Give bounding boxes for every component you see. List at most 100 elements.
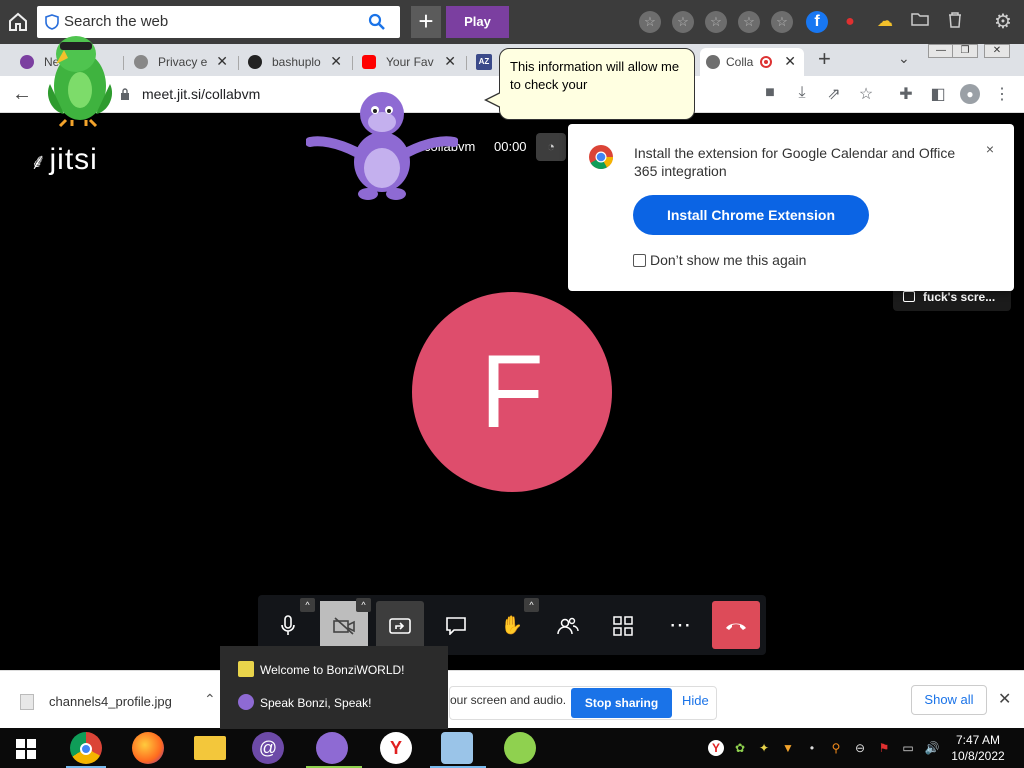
file-explorer-taskbar-icon[interactable] (194, 736, 226, 760)
lock-icon[interactable] (120, 87, 130, 100)
share-screen-button[interactable] (376, 601, 424, 649)
trash-icon[interactable] (944, 11, 966, 33)
menu-kebab-icon[interactable]: ⋮ (992, 84, 1012, 104)
thumbnail-name: fuck's scre... (923, 290, 996, 304)
warning-tray-icon[interactable]: ▼ (780, 740, 796, 756)
extensions-puzzle-icon[interactable]: ✚ (896, 84, 916, 104)
close-window-button[interactable]: ✕ (984, 44, 1010, 58)
share-icon[interactable]: ⇗ (824, 84, 844, 104)
banana-icon (238, 661, 254, 677)
tab-4[interactable]: AZ (472, 48, 498, 76)
tile-view-icon (613, 616, 633, 636)
firefox-taskbar-icon[interactable] (132, 732, 164, 764)
tab-close-icon[interactable]: ✕ (216, 53, 228, 70)
at-icon (20, 55, 34, 69)
extension-popup: Install the extension for Google Calenda… (568, 124, 1014, 291)
tab-5-active[interactable]: Colla ✕ (700, 48, 804, 76)
install-extension-button[interactable]: Install Chrome Extension (633, 195, 869, 235)
install-app-icon[interactable]: ⤓ (792, 84, 812, 102)
privacy-icon (134, 55, 148, 69)
favorite-star-icon[interactable]: ☆ (705, 11, 727, 33)
mic-options-caret-icon[interactable]: ^ (300, 598, 315, 612)
download-options-chevron-icon[interactable]: ⌃ (204, 691, 216, 708)
participant-avatar: F (412, 292, 612, 492)
windows-start-button[interactable] (16, 739, 36, 764)
tab-close-icon[interactable]: ✕ (784, 53, 796, 70)
new-item-button[interactable]: + (411, 6, 441, 38)
maximize-button[interactable]: ❐ (952, 44, 978, 58)
network-tray-icon[interactable]: ▭ (900, 740, 916, 756)
banana-tray-icon[interactable]: ✦ (756, 740, 772, 756)
stop-sharing-button[interactable]: Stop sharing (571, 688, 672, 718)
tab-3[interactable]: Your Fav ✕ (356, 48, 464, 76)
chat-button[interactable] (432, 601, 480, 649)
home-button[interactable] (6, 10, 30, 34)
volume-icon[interactable]: 🔊 (924, 740, 940, 756)
connection-speed-icon[interactable]: ◔ (536, 133, 566, 161)
favorite-star-icon[interactable]: ☆ (672, 11, 694, 33)
reactions-caret-icon[interactable]: ^ (524, 598, 539, 612)
bonzi-welcome-item[interactable]: Welcome to BonziWORLD! (238, 660, 405, 680)
tab-close-icon[interactable]: ✕ (330, 53, 342, 70)
parrot-buddy[interactable] (42, 24, 118, 133)
youtube-icon (362, 55, 376, 69)
side-panel-icon[interactable]: ◧ (928, 84, 948, 104)
green-app-taskbar-icon[interactable] (504, 732, 536, 764)
chrome-taskbar-icon[interactable] (70, 732, 102, 764)
download-bar-close-button[interactable]: ✕ (998, 689, 1011, 709)
at-app-taskbar-icon[interactable]: @ (252, 732, 284, 764)
hide-sharing-notice-button[interactable]: Hide (682, 693, 709, 708)
yandex-tray-icon[interactable]: Y (708, 740, 724, 756)
back-arrow-icon[interactable]: ← (12, 83, 32, 106)
minimize-button[interactable]: — (928, 44, 954, 58)
magnifier-tray-icon[interactable]: ⚲ (828, 740, 844, 756)
profile-avatar-icon[interactable]: ● (960, 84, 980, 104)
gear-icon[interactable]: ⚙ (992, 11, 1014, 33)
media-player-taskbar-icon[interactable] (441, 732, 473, 764)
search-icon[interactable] (368, 13, 386, 36)
weather-icon[interactable]: ☁ (874, 11, 896, 33)
flag-tray-icon[interactable]: ⚑ (876, 740, 892, 756)
tile-view-button[interactable] (599, 601, 647, 649)
dont-show-checkbox[interactable] (633, 254, 646, 267)
download-file-name[interactable]: channels4_profile.jpg (49, 694, 172, 709)
folder-icon[interactable] (909, 11, 931, 33)
more-actions-button[interactable]: ⋯ (656, 601, 704, 649)
bonzi-speak-item[interactable]: Speak Bonzi, Speak! (238, 693, 371, 713)
minus-circle-tray-icon[interactable]: ⊖ (852, 740, 868, 756)
jitsi-flame-icon: ⸙ (30, 149, 48, 174)
yandex-taskbar-icon[interactable]: Y (380, 732, 412, 764)
dot-tray-icon[interactable]: • (804, 740, 820, 756)
tab-2[interactable]: bashuplo ✕ (242, 48, 350, 76)
ladybug-icon[interactable]: ● (839, 11, 861, 33)
bonzi-gorilla-buddy[interactable] (305, 84, 459, 207)
favorite-star-icon[interactable]: ☆ (639, 11, 661, 33)
leaf-tray-icon[interactable]: ✿ (732, 740, 748, 756)
participants-icon (557, 618, 579, 635)
dont-show-label[interactable]: Don’t show me this again (650, 252, 806, 268)
new-tab-button[interactable]: + (818, 46, 831, 72)
favorite-star-icon[interactable]: ☆ (738, 11, 760, 33)
show-all-downloads-button[interactable]: Show all (911, 685, 987, 715)
participants-button[interactable] (544, 601, 592, 649)
jitsi-logo[interactable]: ⸙jitsi (30, 143, 98, 177)
bookmark-star-icon[interactable]: ☆ (856, 84, 876, 104)
bonzi-item-label: Welcome to BonziWORLD! (260, 663, 405, 677)
play-button[interactable]: Play (446, 6, 509, 38)
tab-close-icon[interactable]: ✕ (444, 53, 456, 70)
clock-time[interactable]: 7:47 AM (950, 733, 1006, 747)
camera-options-caret-icon[interactable]: ^ (356, 598, 371, 612)
popup-close-button[interactable]: × (986, 141, 994, 157)
facebook-icon[interactable]: f (806, 11, 828, 33)
clock-date[interactable]: 10/8/2022 (950, 749, 1006, 763)
extension-message: Install the extension for Google Calenda… (634, 145, 956, 179)
hangup-button[interactable] (712, 601, 760, 649)
favorite-star-icon[interactable]: ☆ (771, 11, 793, 33)
camera-indicator-icon[interactable]: ■ (760, 84, 780, 102)
raise-hand-icon: ✋ (500, 615, 524, 635)
bonzi-taskbar-icon[interactable] (316, 732, 348, 764)
tab-1[interactable]: Privacy e ✕ (128, 48, 236, 76)
more-dots-icon: ⋯ (669, 612, 691, 637)
jitsi-icon (706, 55, 720, 69)
tab-search-chevron-icon[interactable]: ⌄ (898, 50, 910, 67)
